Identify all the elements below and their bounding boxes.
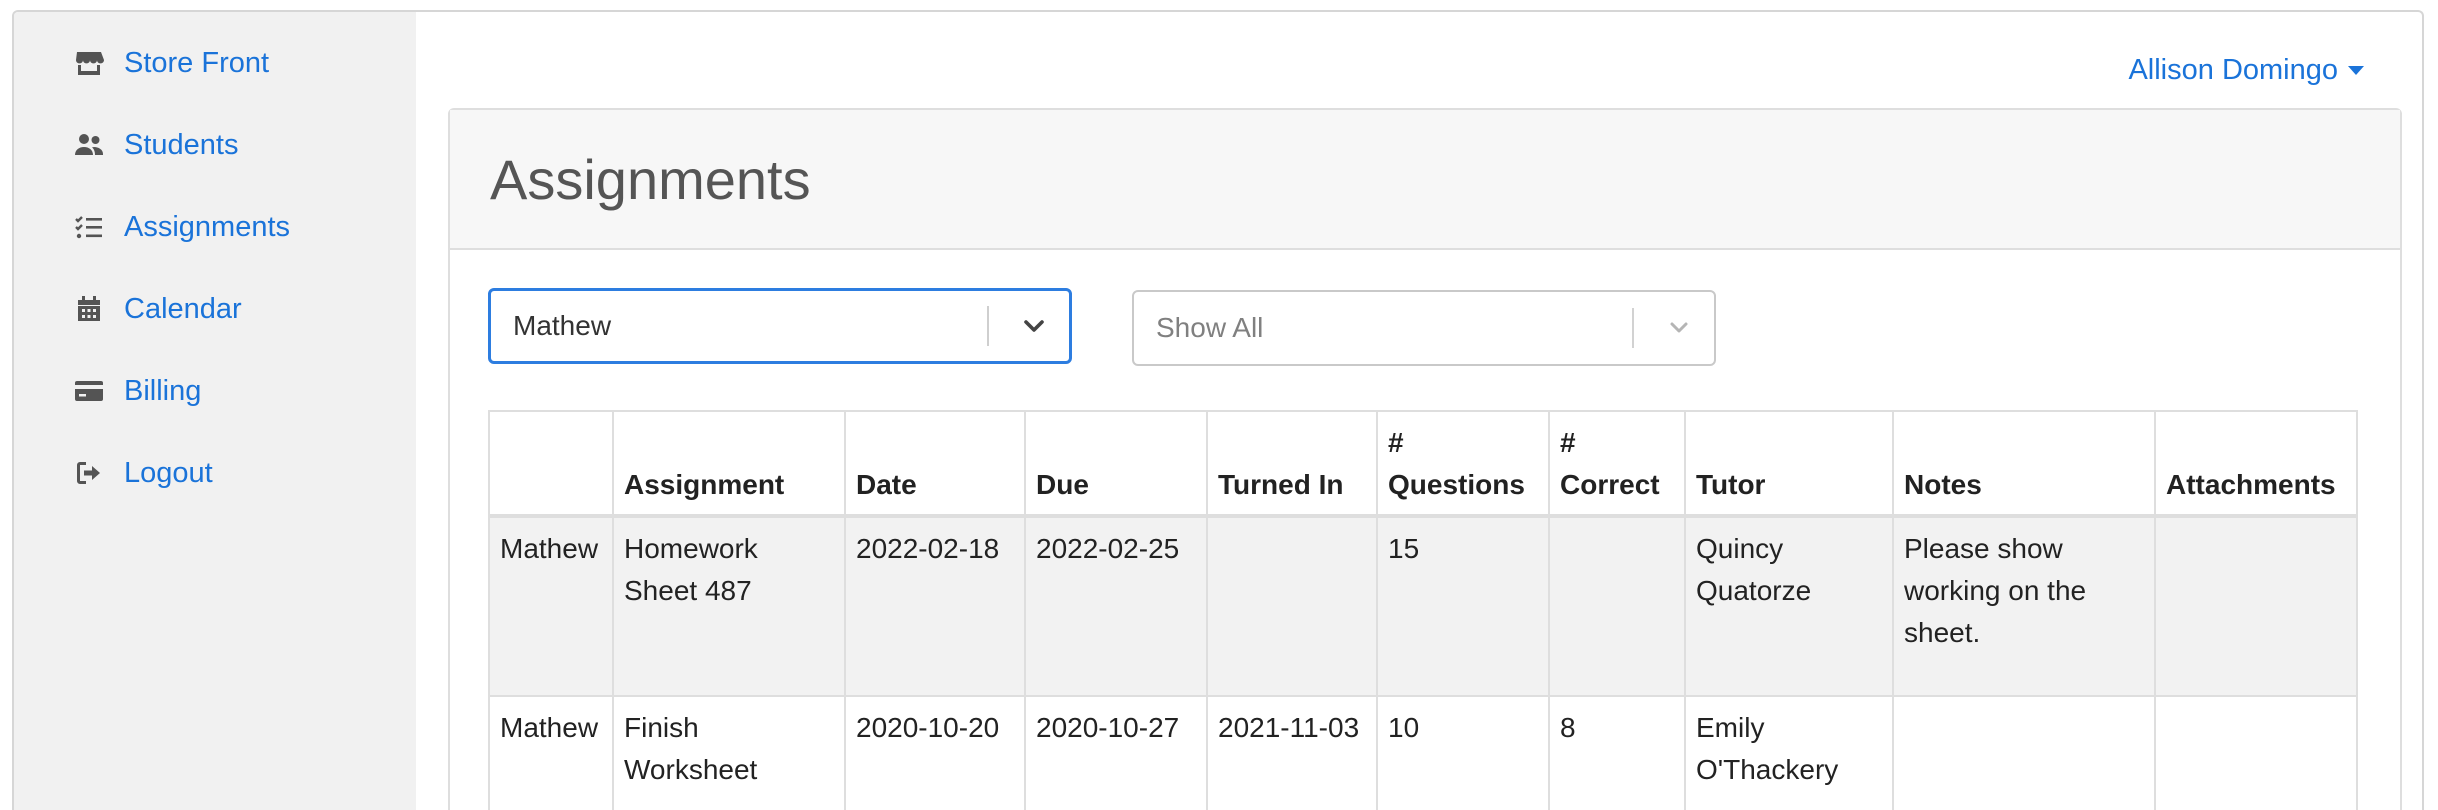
store-icon — [72, 46, 106, 80]
column-header: # Questions — [1376, 410, 1550, 518]
table-row[interactable]: Mathew Finish Worksheet 2020-10-20 2020-… — [488, 695, 2358, 810]
page-title: Assignments — [490, 147, 811, 211]
table-cell: Finish Worksheet — [612, 695, 846, 810]
table-cell: Quincy Quatorze — [1684, 515, 1894, 697]
users-icon — [72, 128, 106, 162]
assignments-table: Assignment Date Due Turned In # Question… — [488, 410, 2358, 810]
sidebar-item-billing[interactable]: Billing — [72, 366, 201, 416]
card-header: Assignments — [450, 110, 2400, 250]
select-separator — [1632, 308, 1634, 348]
table-cell — [1892, 695, 2156, 810]
table-cell: 15 — [1376, 515, 1550, 697]
status-filter-select[interactable]: Show All — [1132, 290, 1716, 366]
student-select[interactable]: Mathew — [488, 288, 1072, 364]
table-cell — [1206, 515, 1378, 697]
credit-card-icon — [72, 374, 106, 408]
table-cell: Mathew — [488, 695, 614, 810]
table-cell: Mathew — [488, 515, 614, 697]
sidebar-item-label: Assignments — [124, 210, 291, 243]
column-header — [488, 410, 614, 518]
caret-down-icon — [2348, 66, 2364, 75]
column-header: Turned In — [1206, 410, 1378, 518]
main-content: Allison Domingo Assignments Mathew Show … — [416, 12, 2422, 810]
table-cell: 2021-11-03 — [1206, 695, 1378, 810]
chevron-down-icon[interactable] — [1644, 313, 1714, 343]
sidebar-item-label: Billing — [124, 374, 202, 407]
table-cell — [2154, 695, 2358, 810]
table-cell: 2020-10-27 — [1024, 695, 1208, 810]
sidebar: Store Front Students Assignments Calenda… — [14, 12, 416, 810]
sidebar-item-label: Logout — [124, 456, 213, 489]
sidebar-item-calendar[interactable]: Calendar — [72, 284, 242, 334]
column-header: Tutor — [1684, 410, 1894, 518]
sign-out-icon — [72, 456, 106, 490]
table-cell: 2022-02-18 — [844, 515, 1026, 697]
user-menu-dropdown[interactable]: Allison Domingo — [2128, 54, 2364, 87]
sidebar-item-assignments[interactable]: Assignments — [72, 202, 290, 252]
sidebar-item-label: Calendar — [124, 292, 242, 325]
table-cell: Please show working on the sheet. — [1892, 515, 2156, 697]
sidebar-item-logout[interactable]: Logout — [72, 448, 213, 498]
column-header: Assignment — [612, 410, 846, 518]
table-header-row: Assignment Date Due Turned In # Question… — [488, 410, 2358, 518]
table-cell: 2022-02-25 — [1024, 515, 1208, 697]
tasks-icon — [72, 210, 106, 244]
table-cell: 2020-10-20 — [844, 695, 1026, 810]
column-header: Due — [1024, 410, 1208, 518]
select-separator — [987, 306, 989, 346]
table-row[interactable]: Mathew Homework Sheet 487 2022-02-18 202… — [488, 515, 2358, 697]
calendar-icon — [72, 292, 106, 326]
user-name: Allison Domingo — [2128, 54, 2338, 86]
table-cell — [2154, 515, 2358, 697]
column-header: Notes — [1892, 410, 2156, 518]
app-window: Store Front Students Assignments Calenda… — [12, 10, 2424, 810]
table-cell: Emily O'Thackery — [1684, 695, 1894, 810]
assignments-card: Assignments Mathew Show All Assignment D… — [448, 108, 2402, 810]
column-header: Date — [844, 410, 1026, 518]
sidebar-item-label: Students — [124, 128, 239, 161]
table-cell — [1548, 515, 1686, 697]
chevron-down-icon[interactable] — [999, 311, 1069, 341]
column-header: Attachments — [2154, 410, 2358, 518]
column-header: # Correct — [1548, 410, 1686, 518]
sidebar-item-store-front[interactable]: Store Front — [72, 38, 269, 88]
table-cell: 8 — [1548, 695, 1686, 810]
sidebar-item-students[interactable]: Students — [72, 120, 238, 170]
table-cell: 10 — [1376, 695, 1550, 810]
table-cell: Homework Sheet 487 — [612, 515, 846, 697]
student-select-value: Mathew — [513, 310, 612, 341]
sidebar-item-label: Store Front — [124, 46, 270, 79]
status-filter-placeholder: Show All — [1156, 312, 1264, 343]
